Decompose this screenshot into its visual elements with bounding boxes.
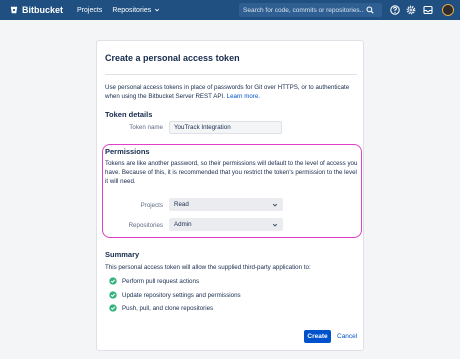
repositories-permission-select[interactable]: Admin (169, 218, 283, 231)
learn-more-link[interactable]: Learn more. (227, 93, 260, 100)
nav-projects-label: Projects (77, 6, 103, 14)
brand-name: Bitbucket (22, 5, 64, 15)
projects-label: Projects (140, 202, 163, 209)
summary-item: Perform pull request actions (109, 277, 199, 285)
permissions-description: Tokens are like another password, so the… (105, 160, 358, 185)
token-details-heading: Token details (105, 110, 153, 119)
inbox-icon[interactable] (423, 5, 433, 15)
summary-item: Update repository settings and permissio… (109, 291, 241, 299)
token-name-label: Token name (129, 124, 163, 131)
projects-permission-select[interactable]: Read (169, 198, 283, 211)
summary-heading: Summary (105, 250, 140, 259)
search-input[interactable] (239, 6, 364, 14)
page-title: Create a personal access token (105, 53, 240, 63)
nav-repositories-label: Repositories (112, 6, 152, 14)
cancel-link[interactable]: Cancel (337, 330, 357, 343)
bitbucket-logo-icon (10, 6, 18, 14)
permissions-heading: Permissions (105, 147, 150, 156)
user-avatar[interactable] (442, 4, 454, 16)
summary-item-label: Push, pull, and clone repositories (122, 304, 214, 312)
help-icon[interactable] (390, 5, 400, 15)
top-navigation-bar: Bitbucket Projects Repositories (0, 0, 460, 20)
check-circle-icon (109, 277, 117, 285)
projects-permission-value: Read (174, 201, 189, 208)
summary-item: Push, pull, and clone repositories (109, 304, 213, 312)
chevron-down-icon (272, 203, 278, 207)
summary-item-label: Perform pull request actions (122, 277, 200, 285)
gear-icon[interactable] (406, 5, 416, 15)
check-circle-icon (109, 304, 117, 312)
bitbucket-logo[interactable]: Bitbucket (10, 5, 63, 15)
title-divider (105, 74, 357, 75)
nav-repositories[interactable]: Repositories (112, 7, 160, 14)
repositories-permission-value: Admin (174, 221, 192, 228)
check-circle-icon (109, 291, 117, 299)
summary-item-label: Update repository settings and permissio… (122, 291, 241, 299)
token-name-field[interactable]: YouTrack Integration (169, 121, 282, 134)
nav-projects[interactable]: Projects (77, 7, 102, 14)
intro-text: Use personal access tokens in place of p… (105, 83, 359, 101)
create-button[interactable]: Create (304, 330, 331, 343)
chevron-down-icon (272, 223, 278, 227)
summary-text: This personal access token will allow th… (105, 264, 311, 271)
search-icon[interactable] (366, 6, 374, 14)
repositories-label: Repositories (128, 222, 163, 229)
search-box (239, 3, 382, 17)
chevron-down-icon (155, 8, 160, 12)
create-token-card: Create a personal access token Use perso… (96, 40, 364, 351)
